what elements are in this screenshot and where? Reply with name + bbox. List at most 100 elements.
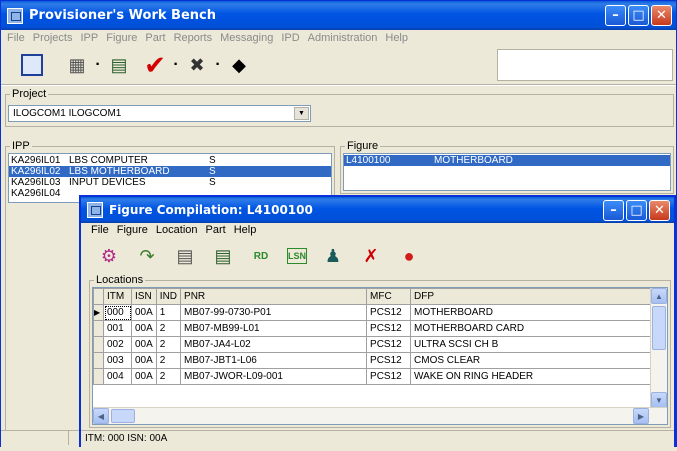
current-row-indicator: ▶: [93, 304, 104, 321]
tree-delete-icon[interactable]: ✗: [359, 244, 383, 268]
cell-pnr[interactable]: MB07-MB99-L01: [180, 320, 368, 337]
vertical-scrollbar[interactable]: ▲ ▼: [650, 288, 667, 408]
locations-grid[interactable]: ITM ISN IND PNR MFC DFP ▶ 000 00A 1 MB07…: [92, 287, 668, 425]
cell-itm[interactable]: 002: [103, 336, 132, 353]
cell-dfp[interactable]: WAKE ON RING HEADER: [410, 368, 654, 385]
dialog-menu-part[interactable]: Part: [202, 224, 230, 236]
figure-code: L4100100: [346, 155, 391, 166]
document-icon[interactable]: ▤: [211, 244, 235, 268]
scroll-down-button[interactable]: ▼: [651, 392, 667, 408]
main-titlebar[interactable]: Provisioner's Work Bench – □ ✕: [1, 1, 676, 30]
cell-ind[interactable]: 2: [155, 352, 182, 369]
dialog-menu-figure[interactable]: Figure: [113, 224, 152, 236]
menu-part[interactable]: Part: [141, 32, 169, 44]
dropdown-dot[interactable]: ·: [209, 56, 227, 74]
cell-dfp[interactable]: MOTHERBOARD CARD: [410, 320, 654, 337]
col-mfc[interactable]: MFC: [366, 288, 412, 305]
table-row[interactable]: 004 00A 2 MB07-JWOR-L09-001 PCS12 WAKE O…: [93, 368, 654, 385]
dialog-maximize-button[interactable]: □: [626, 200, 647, 221]
col-isn[interactable]: ISN: [131, 288, 157, 305]
figure-list[interactable]: L4100100 MOTHERBOARD: [343, 153, 671, 191]
dialog-menu-file[interactable]: File: [87, 224, 113, 236]
dropdown-dot[interactable]: ·: [167, 56, 185, 74]
cell-pnr[interactable]: MB07-JBT1-L06: [180, 352, 368, 369]
col-ind[interactable]: IND: [155, 288, 182, 305]
table-row[interactable]: 003 00A 2 MB07-JBT1-L06 PCS12 CMOS CLEAR: [93, 352, 654, 369]
cell-mfc[interactable]: PCS12: [366, 368, 412, 385]
cell-mfc[interactable]: PCS12: [366, 336, 412, 353]
connector-icon[interactable]: ✖: [185, 53, 209, 77]
rd-icon[interactable]: RD: [249, 244, 273, 268]
tree-icon[interactable]: ▦: [65, 53, 89, 77]
cell-itm[interactable]: 000: [103, 304, 132, 321]
cell-isn[interactable]: 00A: [131, 320, 157, 337]
col-pnr[interactable]: PNR: [180, 288, 368, 305]
menu-projects[interactable]: Projects: [29, 32, 77, 44]
scroll-up-button[interactable]: ▲: [651, 288, 667, 304]
ipp-row[interactable]: KA296IL01 LBS COMPUTER S: [9, 155, 331, 166]
check-icon[interactable]: ✔: [143, 50, 167, 80]
menu-ipd[interactable]: IPD: [277, 32, 303, 44]
cell-isn[interactable]: 00A: [131, 352, 157, 369]
maximize-button[interactable]: □: [628, 5, 649, 26]
table-row[interactable]: ▶ 000 00A 1 MB07-99-0730-P01 PCS12 MOTHE…: [93, 304, 654, 321]
cell-pnr[interactable]: MB07-JWOR-L09-001: [180, 368, 368, 385]
cell-isn[interactable]: 00A: [131, 336, 157, 353]
scroll-right-button[interactable]: ▶: [633, 408, 649, 424]
cell-isn[interactable]: 00A: [131, 368, 157, 385]
menu-messaging[interactable]: Messaging: [216, 32, 277, 44]
cell-mfc[interactable]: PCS12: [366, 304, 412, 321]
horizontal-scrollbar[interactable]: ◀ ▶: [93, 407, 667, 424]
close-button[interactable]: ✕: [651, 5, 672, 26]
menu-file[interactable]: File: [3, 32, 29, 44]
menu-figure[interactable]: Figure: [102, 32, 141, 44]
cell-ind[interactable]: 2: [155, 320, 182, 337]
chevron-down-icon[interactable]: ▼: [294, 107, 309, 120]
menu-reports[interactable]: Reports: [170, 32, 217, 44]
people-icon[interactable]: ♟: [321, 244, 345, 268]
menu-ipp[interactable]: IPP: [76, 32, 102, 44]
dialog-close-button[interactable]: ✕: [649, 200, 670, 221]
col-dfp[interactable]: DFP: [410, 288, 654, 305]
cell-pnr[interactable]: MB07-99-0730-P01: [180, 304, 368, 321]
add-location-icon[interactable]: ⚙: [97, 244, 121, 268]
dialog-menu-help[interactable]: Help: [230, 224, 261, 236]
vertical-scroll-thumb[interactable]: [652, 306, 666, 350]
cell-pnr[interactable]: MB07-JA4-L02: [180, 336, 368, 353]
minimize-button[interactable]: –: [605, 5, 626, 26]
cell-ind[interactable]: 1: [155, 304, 182, 321]
dialog-titlebar[interactable]: Figure Compilation: L4100100 – □ ✕: [81, 197, 674, 223]
cell-ind[interactable]: 2: [155, 368, 182, 385]
diamond-icon[interactable]: ◆: [227, 53, 251, 77]
cell-dfp[interactable]: CMOS CLEAR: [410, 352, 654, 369]
move-icon[interactable]: ↷: [135, 244, 159, 268]
stop-icon[interactable]: ●: [397, 244, 421, 268]
cell-itm[interactable]: 001: [103, 320, 132, 337]
menu-administration[interactable]: Administration: [304, 32, 382, 44]
table-row[interactable]: 001 00A 2 MB07-MB99-L01 PCS12 MOTHERBOAR…: [93, 320, 654, 337]
ipp-row-selected[interactable]: KA296IL02 LBS MOTHERBOARD S: [9, 166, 331, 177]
project-icon[interactable]: [21, 54, 43, 76]
cell-mfc[interactable]: PCS12: [366, 352, 412, 369]
cell-dfp[interactable]: ULTRA SCSI CH B: [410, 336, 654, 353]
ipp-row[interactable]: KA296IL03 INPUT DEVICES S: [9, 177, 331, 188]
lsn-icon[interactable]: LSN: [287, 248, 307, 264]
figure-row-selected[interactable]: L4100100 MOTHERBOARD: [344, 155, 670, 166]
cell-ind[interactable]: 2: [155, 336, 182, 353]
numbering-icon[interactable]: ▤: [173, 244, 197, 268]
table-row[interactable]: 002 00A 2 MB07-JA4-L02 PCS12 ULTRA SCSI …: [93, 336, 654, 353]
cell-mfc[interactable]: PCS12: [366, 320, 412, 337]
dialog-menu-location[interactable]: Location: [152, 224, 202, 236]
cell-dfp[interactable]: MOTHERBOARD: [410, 304, 654, 321]
col-itm[interactable]: ITM: [103, 288, 132, 305]
horizontal-scroll-thumb[interactable]: [111, 409, 135, 423]
scroll-left-button[interactable]: ◀: [93, 408, 109, 424]
cell-itm[interactable]: 004: [103, 368, 132, 385]
cell-itm[interactable]: 003: [103, 352, 132, 369]
document-icon[interactable]: ▤: [107, 53, 131, 77]
dropdown-dot[interactable]: ·: [89, 56, 107, 74]
cell-isn[interactable]: 00A: [131, 304, 157, 321]
project-combo[interactable]: ILOGCOM1 ILOGCOM1 ▼: [8, 105, 311, 122]
dialog-minimize-button[interactable]: –: [603, 200, 624, 221]
menu-help[interactable]: Help: [381, 32, 412, 44]
